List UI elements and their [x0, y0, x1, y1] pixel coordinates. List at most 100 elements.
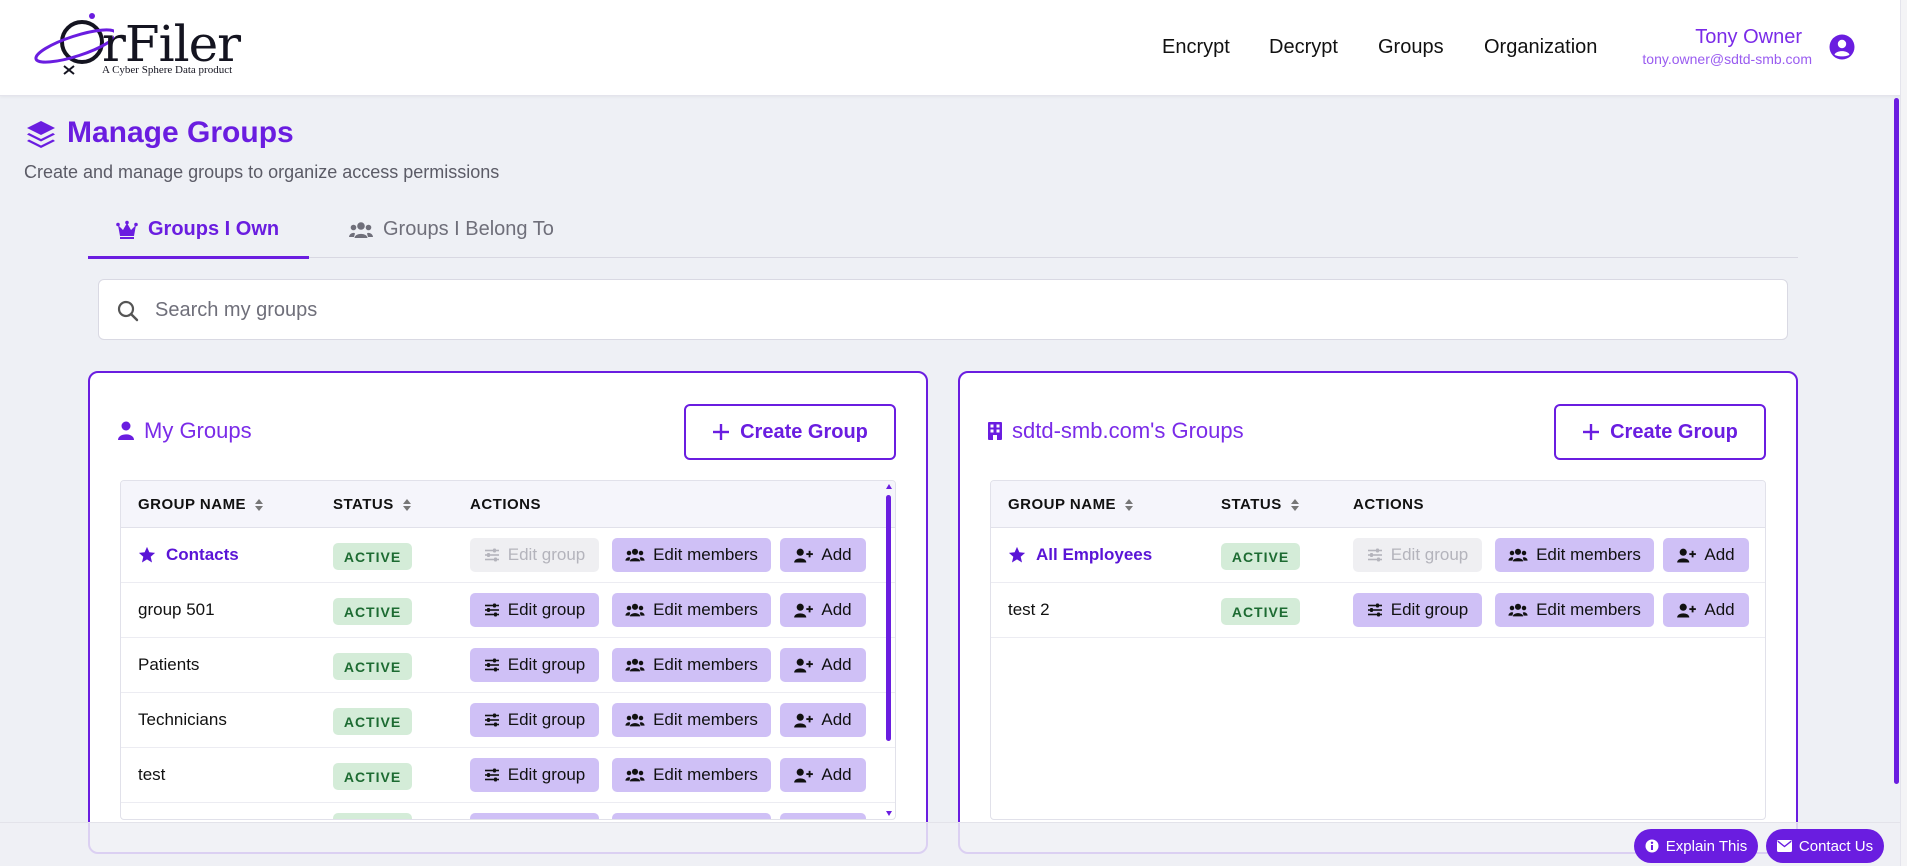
search-input[interactable]	[155, 294, 1755, 326]
edit-members-label: Edit members	[1536, 600, 1641, 619]
column-header-status[interactable]: STATUS	[333, 496, 412, 513]
scrollbar-thumb[interactable]	[886, 495, 891, 741]
nav-decrypt[interactable]: Decrypt	[1269, 36, 1338, 59]
create-group-button[interactable]: Create Group	[684, 404, 896, 460]
partial-row-element	[470, 813, 599, 819]
edit-members-button[interactable]: Edit members	[1495, 538, 1654, 572]
partial-row-element	[612, 813, 771, 819]
edit-members-label: Edit members	[653, 765, 758, 784]
my-groups-title-text: My Groups	[144, 418, 252, 443]
tab-own-label: Groups I Own	[148, 218, 280, 240]
top-header: rFiler A Cyber Sphere Data product Encry…	[0, 0, 1900, 96]
edit-members-button[interactable]: Edit members	[612, 593, 771, 627]
add-label: Add	[821, 710, 852, 729]
plus-icon	[713, 424, 730, 440]
tabs-divider	[88, 257, 1798, 258]
column-label: STATUS	[1221, 496, 1282, 513]
add-member-button[interactable]: Add	[780, 758, 866, 792]
my-groups-title: My Groups	[118, 418, 252, 444]
my-groups-panel: My Groups Create Group GROUP NAME STATUS…	[88, 371, 928, 854]
edit-members-button[interactable]: Edit members	[1495, 593, 1654, 627]
users-icon	[1508, 548, 1528, 562]
add-member-button[interactable]: Add	[780, 538, 866, 572]
sliders-icon	[484, 658, 499, 672]
column-header-status[interactable]: STATUS	[1221, 496, 1300, 513]
nav-organization[interactable]: Organization	[1484, 36, 1597, 59]
group-name-cell: Patients	[138, 655, 199, 675]
add-member-button[interactable]: Add	[1663, 538, 1749, 572]
page-scrollbar-track[interactable]	[1900, 0, 1907, 866]
group-name-cell[interactable]: All Employees	[1008, 545, 1152, 565]
scroll-down-arrow-icon[interactable]	[885, 809, 893, 817]
table-row: test 2 ACTIVE Edit group Edit members Add	[991, 583, 1765, 638]
column-header-group-name[interactable]: GROUP NAME	[138, 496, 264, 513]
edit-group-label: Edit group	[1390, 545, 1469, 564]
sliders-icon	[484, 768, 499, 782]
edit-group-label: Edit group	[507, 655, 586, 674]
group-name: Patients	[138, 655, 200, 674]
users-icon	[625, 713, 645, 727]
add-member-button[interactable]: Add	[780, 593, 866, 627]
edit-group-button[interactable]: Edit group	[1353, 593, 1482, 627]
user-plus-icon	[1677, 548, 1697, 563]
status-badge: ACTIVE	[1221, 543, 1300, 570]
edit-members-label: Edit members	[653, 600, 758, 619]
sort-icon	[1290, 498, 1299, 511]
create-group-label: Create Group	[1610, 420, 1738, 443]
add-member-button[interactable]: Add	[1663, 593, 1749, 627]
user-name: Tony Owner	[1695, 26, 1802, 48]
sliders-icon	[484, 603, 499, 617]
partial-row-element	[780, 813, 866, 819]
edit-members-button[interactable]: Edit members	[612, 703, 771, 737]
scroll-up-arrow-icon[interactable]	[885, 483, 893, 491]
explain-this-button[interactable]: Explain This	[1634, 829, 1758, 863]
user-avatar-icon[interactable]	[1829, 34, 1855, 60]
org-groups-panel: sdtd-smb.com's Groups Create Group GROUP…	[958, 371, 1798, 854]
user-icon	[118, 421, 134, 440]
add-member-button[interactable]: Add	[780, 648, 866, 682]
page-subtitle: Create and manage groups to organize acc…	[24, 162, 500, 182]
sliders-icon	[1367, 548, 1382, 562]
contact-us-button[interactable]: Contact Us	[1766, 829, 1884, 863]
group-name-cell: test	[138, 765, 165, 785]
star-icon	[1008, 546, 1026, 563]
group-name: test 2	[1008, 600, 1050, 619]
table-row: group 501 ACTIVE Edit group Edit members Add	[121, 583, 895, 638]
sort-icon	[255, 498, 264, 511]
tab-groups-i-belong-to[interactable]: Groups I Belong To	[349, 218, 554, 258]
edit-group-button[interactable]: Edit group	[470, 648, 599, 682]
users-icon	[1508, 603, 1528, 617]
edit-members-button[interactable]: Edit members	[612, 758, 771, 792]
nav-encrypt[interactable]: Encrypt	[1162, 36, 1230, 59]
org-groups-title: sdtd-smb.com's Groups	[988, 418, 1244, 444]
column-header-actions: ACTIONS	[470, 496, 541, 513]
orfiler-logo[interactable]: rFiler A Cyber Sphere Data product	[34, 12, 274, 82]
plus-icon	[1583, 424, 1600, 440]
edit-members-button[interactable]: Edit members	[612, 648, 771, 682]
logo-text: rFiler	[102, 15, 241, 73]
create-org-group-button[interactable]: Create Group	[1554, 404, 1766, 460]
logo-tagline: A Cyber Sphere Data product	[102, 64, 233, 76]
search-icon	[117, 300, 139, 322]
edit-group-button[interactable]: Edit group	[470, 593, 599, 627]
table-row-partial	[121, 803, 895, 819]
group-name-cell[interactable]: Contacts	[138, 545, 239, 565]
table-row: Patients ACTIVE Edit group Edit members Add	[121, 638, 895, 693]
column-header-group-name[interactable]: GROUP NAME	[1008, 496, 1134, 513]
tab-groups-i-own[interactable]: Groups I Own	[88, 218, 309, 259]
edit-group-button[interactable]: Edit group	[470, 703, 599, 737]
edit-group-button: Edit group	[470, 538, 599, 572]
add-label: Add	[1704, 545, 1735, 564]
nav-groups[interactable]: Groups	[1378, 36, 1444, 59]
page-scrollbar-thumb[interactable]	[1894, 98, 1899, 784]
edit-group-button[interactable]: Edit group	[470, 758, 599, 792]
users-icon	[625, 658, 645, 672]
edit-members-button[interactable]: Edit members	[612, 538, 771, 572]
table-row: Technicians ACTIVE Edit group Edit members A…	[121, 693, 895, 748]
users-icon	[349, 222, 373, 238]
add-label: Add	[821, 600, 852, 619]
add-member-button[interactable]: Add	[780, 703, 866, 737]
group-name: Technicians	[138, 710, 227, 729]
column-label: GROUP NAME	[1008, 496, 1117, 513]
edit-group-label: Edit group	[507, 545, 586, 564]
